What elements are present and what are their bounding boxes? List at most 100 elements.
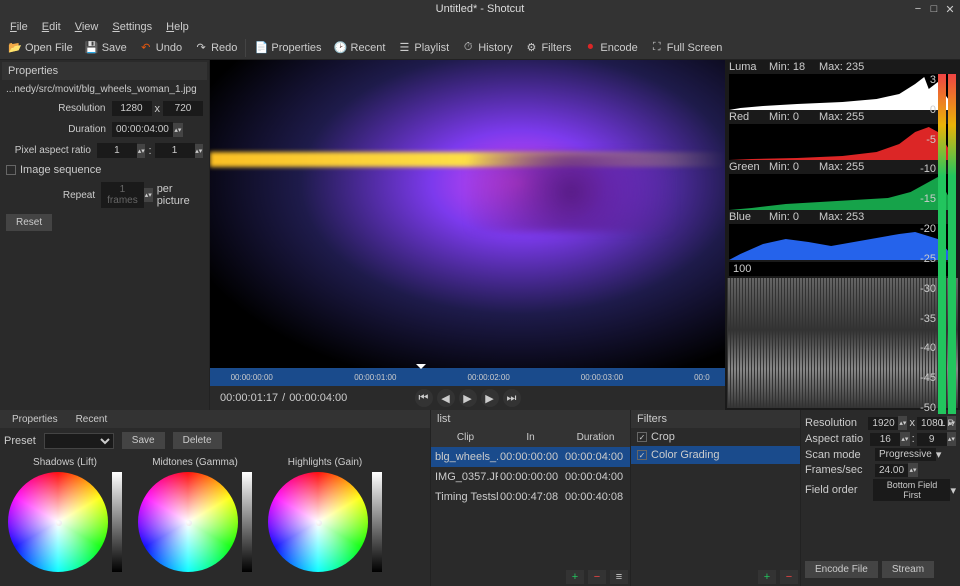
playlist-button[interactable]: ☰Playlist (393, 39, 453, 57)
playlist-panel: list Clip In Duration blg_wheels_...00:0… (430, 410, 630, 586)
file-path: ...nedy/src/movit/blg_wheels_woman_1.jpg (6, 84, 197, 95)
filter-item[interactable]: ✓Color Grading (631, 446, 800, 464)
titlebar: Untitled* - Shotcut − □ ✕ (0, 0, 960, 18)
repeat-label: Repeat (6, 190, 95, 201)
enc-aspect-label: Aspect ratio (805, 433, 870, 445)
highlights-wheel[interactable] (268, 472, 368, 572)
open-file-button[interactable]: 📂Open File (4, 39, 77, 57)
menu-settings[interactable]: Settings (106, 19, 158, 35)
preset-select[interactable] (44, 433, 114, 449)
menu-help[interactable]: Help (160, 19, 195, 35)
color-grading-panel: Properties Recent Preset Save Delete Sha… (0, 410, 430, 586)
col-duration[interactable]: Duration (563, 430, 628, 445)
enc-scan-label: Scan mode (805, 449, 875, 461)
midtones-label: Midtones (Gamma) (152, 457, 238, 468)
prev-frame-icon[interactable]: ◀ (437, 389, 455, 407)
next-frame-icon[interactable]: ▶ (481, 389, 499, 407)
menu-file[interactable]: File (4, 19, 34, 35)
encode-button[interactable]: ⏺Encode (579, 39, 641, 57)
playlist-add-icon[interactable]: + (566, 570, 584, 584)
enc-scan-select[interactable]: Progressive (875, 448, 936, 461)
undo-icon: ↶ (139, 41, 153, 55)
reset-button[interactable]: Reset (6, 214, 52, 231)
enc-res-w[interactable]: 1920 (868, 417, 898, 430)
tab-properties[interactable]: Properties (4, 412, 66, 427)
filter-checkbox[interactable]: ✓ (637, 432, 647, 442)
skip-end-icon[interactable]: ⏭ (503, 389, 521, 407)
fullscreen-icon: ⛶ (650, 41, 664, 55)
delete-preset-button[interactable]: Delete (173, 432, 222, 449)
par-b[interactable]: 1 (155, 143, 195, 158)
audio-meters (938, 74, 958, 414)
playlist-row[interactable]: Timing Testsl...00:00:47:0800:00:40:08 (431, 487, 630, 507)
stream-button[interactable]: Stream (882, 561, 934, 578)
enc-res-label: Resolution (805, 417, 868, 429)
preview-image[interactable] (210, 60, 725, 368)
enc-field-select[interactable]: Bottom Field First (873, 479, 950, 501)
filter-add-icon[interactable]: + (758, 570, 776, 584)
enc-fps-input[interactable]: 24.00 (875, 464, 908, 477)
par-a[interactable]: 1 (97, 143, 137, 158)
encode-icon: ⏺ (583, 41, 597, 55)
playlist-remove-icon[interactable]: − (588, 570, 606, 584)
enc-asp-b[interactable]: 9 (917, 433, 947, 446)
minimize-icon[interactable]: − (912, 3, 924, 15)
window-title: Untitled* - Shotcut (436, 3, 525, 15)
filters-button[interactable]: ⚙Filters (520, 39, 575, 57)
save-preset-button[interactable]: Save (122, 432, 165, 449)
properties-panel: Properties ...nedy/src/movit/blg_wheels_… (0, 60, 210, 410)
play-icon[interactable]: ▶ (459, 389, 477, 407)
tab-recent[interactable]: Recent (68, 412, 116, 427)
timeline-ruler[interactable]: 00:00:00:00 00:00:01:00 00:00:02:00 00:0… (210, 368, 725, 386)
maximize-icon[interactable]: □ (928, 3, 940, 15)
blue-label: Blue (729, 211, 769, 223)
shadows-slider[interactable] (112, 472, 122, 572)
history-icon: ⏱ (461, 41, 475, 55)
duration-spin-icon[interactable]: ▴▾ (173, 123, 183, 137)
timecode-total: 00:00:04:00 (289, 392, 347, 404)
encode-file-button[interactable]: Encode File (805, 561, 878, 578)
chevron-down-icon[interactable]: ▾ (950, 484, 956, 497)
history-button[interactable]: ⏱History (457, 39, 516, 57)
filter-remove-icon[interactable]: − (780, 570, 798, 584)
res-height[interactable]: 720 (163, 101, 203, 116)
duration-label: Duration (6, 124, 106, 135)
playlist-row[interactable]: IMG_0357.JPG00:00:00:0000:00:04:00 (431, 467, 630, 487)
playlist-row[interactable]: blg_wheels_...00:00:00:0000:00:04:00 (431, 447, 630, 467)
filters-title: Filters (631, 410, 800, 428)
fullscreen-button[interactable]: ⛶Full Screen (646, 39, 727, 57)
col-clip[interactable]: Clip (433, 430, 498, 445)
chevron-down-icon[interactable]: ▾ (936, 448, 942, 461)
repeat-val[interactable]: 1 frames (101, 182, 144, 208)
playhead-icon[interactable] (416, 364, 426, 374)
midtones-slider[interactable] (242, 472, 252, 572)
preview-area: 00:00:00:00 00:00:01:00 00:00:02:00 00:0… (210, 60, 725, 410)
green-label: Green (729, 161, 769, 173)
encode-panel: Resolution1920▴▾x1080▴▾ Aspect ratio16▴▾… (800, 410, 960, 586)
recent-button[interactable]: 🕑Recent (330, 39, 390, 57)
skip-start-icon[interactable]: ⏮ (415, 389, 433, 407)
close-icon[interactable]: ✕ (944, 3, 956, 15)
save-button[interactable]: 💾Save (81, 39, 131, 57)
highlights-slider[interactable] (372, 472, 382, 572)
playlist-menu-icon[interactable]: ≡ (610, 570, 628, 584)
save-icon: 💾 (85, 41, 99, 55)
duration-input[interactable]: 00:00:04:00 (112, 122, 173, 137)
midtones-wheel[interactable] (138, 472, 238, 572)
filters-panel: Filters ✓Crop ✓Color Grading + − (630, 410, 800, 586)
shadows-wheel[interactable] (8, 472, 108, 572)
enc-fps-label: Frames/sec (805, 464, 875, 476)
filter-checkbox[interactable]: ✓ (637, 450, 647, 460)
col-in[interactable]: In (498, 430, 563, 445)
preset-label: Preset (4, 435, 36, 447)
undo-button[interactable]: ↶Undo (135, 39, 186, 57)
res-width[interactable]: 1280 (112, 101, 152, 116)
menu-view[interactable]: View (69, 19, 105, 35)
redo-button[interactable]: ↷Redo (190, 39, 241, 57)
menu-edit[interactable]: Edit (36, 19, 67, 35)
image-seq-checkbox[interactable] (6, 165, 16, 175)
filter-item[interactable]: ✓Crop (631, 428, 800, 446)
properties-button[interactable]: 📄Properties (250, 39, 325, 57)
par-label: Pixel aspect ratio (6, 145, 91, 156)
enc-asp-a[interactable]: 16 (870, 433, 900, 446)
